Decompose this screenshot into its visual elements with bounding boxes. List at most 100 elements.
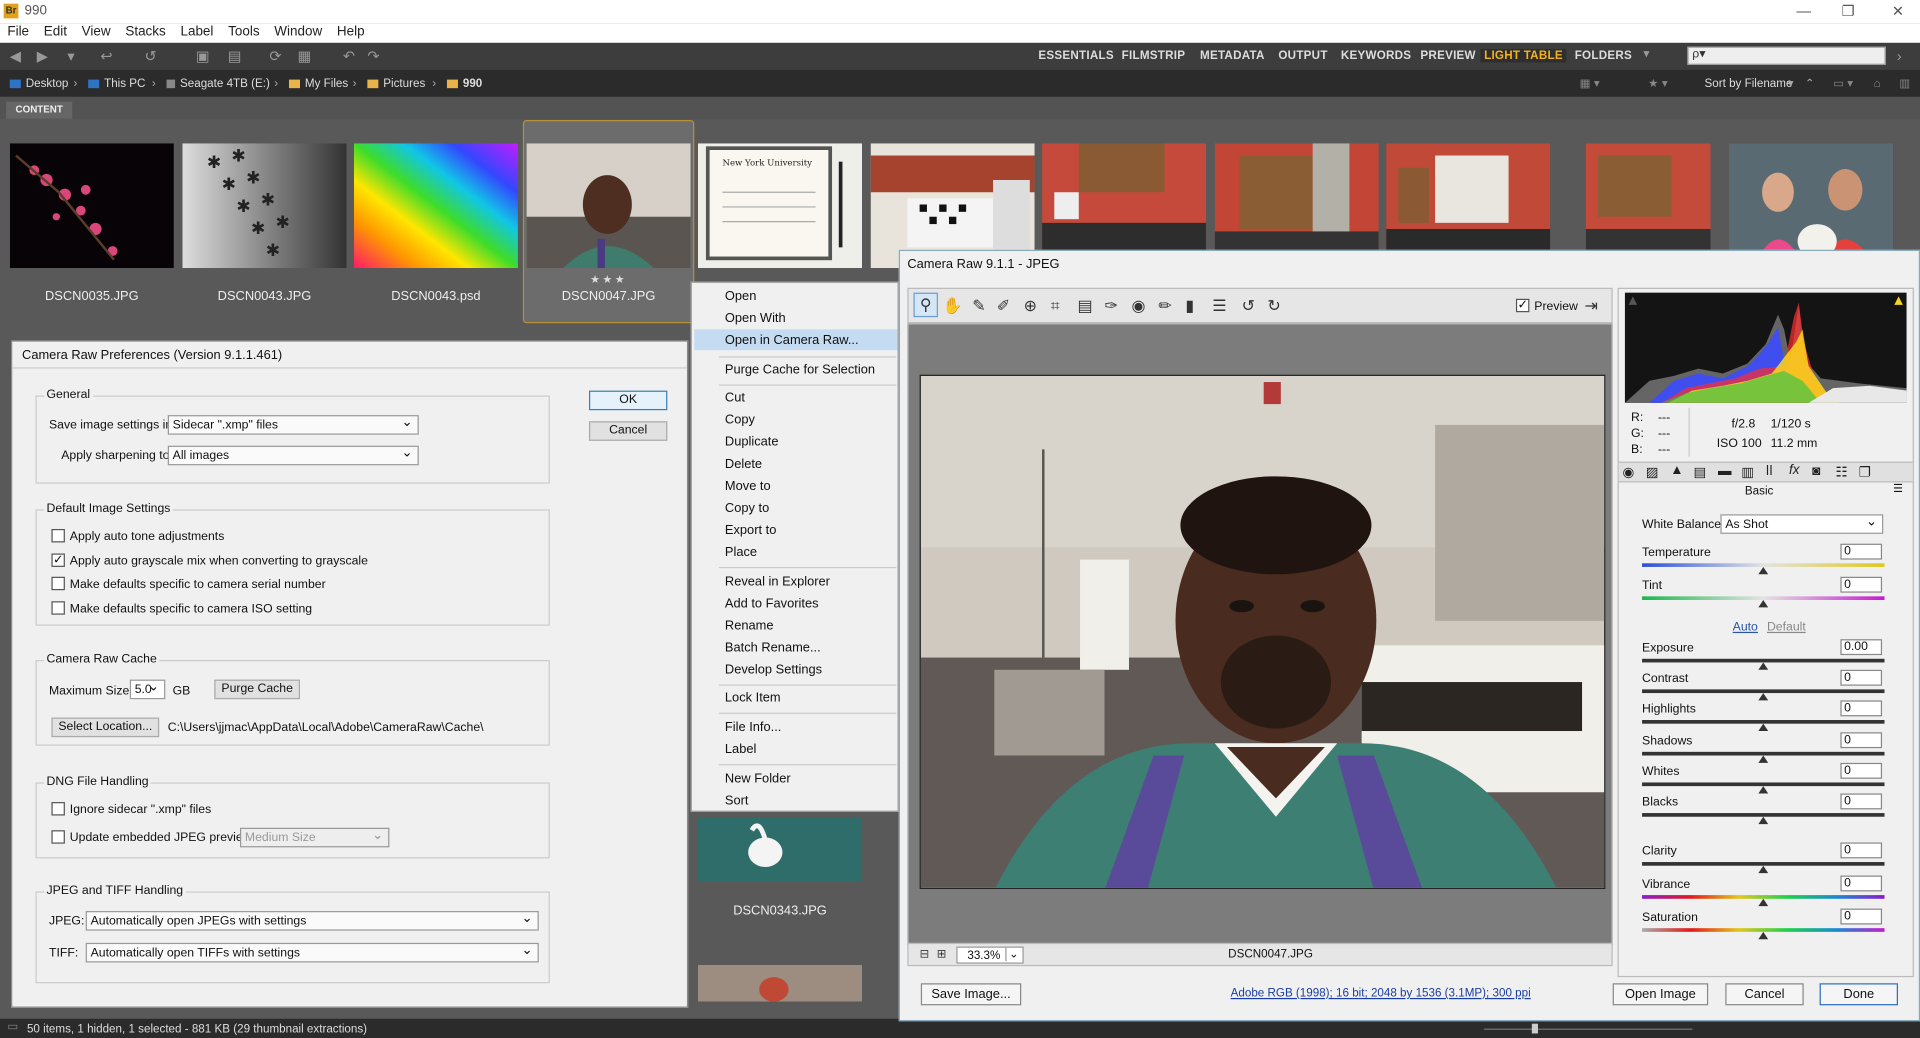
sharpening-select[interactable]: All images	[167, 444, 419, 466]
thumbnail-image[interactable]	[353, 143, 518, 269]
fullscreen-icon[interactable]: ⇥	[1585, 296, 1598, 316]
sort-ascending-icon[interactable]: ⌃	[1805, 77, 1815, 90]
update-jpeg-previews-checkbox[interactable]	[51, 830, 65, 844]
menu-item-rename[interactable]: Rename	[725, 618, 774, 633]
zoom-in-icon[interactable]: ⊞	[937, 948, 947, 961]
slider-value-input[interactable]: 0	[1840, 576, 1883, 593]
forward-icon[interactable]: ▶	[37, 48, 48, 65]
fx-tab-icon[interactable]: fx	[1789, 463, 1799, 478]
slider-value-input[interactable]: 0	[1840, 793, 1883, 810]
slider-value-input[interactable]: 0	[1840, 762, 1883, 779]
slider-value-input[interactable]: 0	[1840, 875, 1883, 892]
camera-icon[interactable]: ▣	[196, 48, 210, 65]
hsl-tab-icon[interactable]: ▤	[1693, 464, 1706, 480]
menu-item-lock-item[interactable]: Lock Item	[725, 691, 781, 706]
sort-dropdown[interactable]: Sort by Filename	[1705, 77, 1793, 90]
crop-tool-icon[interactable]: ⌗	[1051, 296, 1060, 316]
menu-item-open-with[interactable]: Open With	[725, 311, 786, 326]
auto-grayscale-checkbox[interactable]: ✓	[51, 553, 65, 567]
maximize-icon[interactable]: ❐	[1842, 2, 1855, 19]
slider-knob[interactable]	[1758, 816, 1769, 825]
white-balance-select[interactable]: As Shot	[1720, 513, 1884, 534]
preview-image[interactable]	[919, 374, 1606, 889]
workflow-options-link[interactable]: Adobe RGB (1998); 16 bit; 2048 by 1536 (…	[1231, 987, 1531, 1000]
menu-item-add-to-favorites[interactable]: Add to Favorites	[725, 596, 819, 611]
slider-knob[interactable]	[1758, 865, 1769, 874]
white-balance-tool-icon[interactable]: ✎	[972, 296, 985, 316]
zoom-tool-icon[interactable]: ⚲	[913, 292, 938, 318]
slider-value-input[interactable]: 0	[1840, 732, 1883, 749]
straighten-tool-icon[interactable]: ▤	[1078, 296, 1093, 316]
rotate-right-icon[interactable]: ↷	[367, 48, 379, 65]
menu-file[interactable]: File	[7, 23, 29, 41]
zoom-out-icon[interactable]: ⊟	[920, 948, 930, 961]
menu-item-copy[interactable]: Copy	[725, 413, 755, 428]
workspace-metadata[interactable]: METADATA	[1200, 49, 1265, 62]
menu-item-sort[interactable]: Sort	[725, 793, 749, 808]
menu-item-purge-cache[interactable]: Purge Cache for Selection	[725, 362, 875, 377]
menu-item-duplicate[interactable]: Duplicate	[725, 435, 779, 450]
slider-knob[interactable]	[1531, 1023, 1538, 1034]
slider-knob[interactable]	[1758, 786, 1769, 794]
menu-window[interactable]: Window	[274, 23, 322, 41]
jpeg-handling-select[interactable]: Automatically open JPEGs with settings	[85, 910, 539, 931]
slider-knob[interactable]	[1758, 723, 1769, 732]
snapshots-tab-icon[interactable]: ❐	[1859, 464, 1871, 480]
rotate-left-icon[interactable]: ↺	[1242, 296, 1255, 316]
save-image-button[interactable]: Save Image...	[920, 983, 1022, 1006]
menu-item-open-in-camera-raw[interactable]: Open in Camera Raw...	[725, 333, 859, 348]
breadcrumb-990[interactable]: 990	[446, 77, 482, 91]
slider-knob[interactable]	[1758, 662, 1769, 670]
spot-removal-icon[interactable]: ✑	[1104, 296, 1117, 316]
ignore-sidecar-checkbox[interactable]	[51, 802, 65, 816]
thumbnail-image[interactable]: New York University	[697, 143, 863, 269]
thumbnail-image[interactable]	[697, 964, 863, 1002]
menu-item-batch-rename[interactable]: Batch Rename...	[725, 640, 821, 655]
breadcrumb-seagate[interactable]: Seagate 4TB (E:)	[166, 77, 270, 91]
rating-stars[interactable]: ★★★	[523, 273, 694, 286]
menu-stacks[interactable]: Stacks	[125, 23, 165, 41]
menu-item-copy-to[interactable]: Copy to	[725, 501, 769, 516]
effects-tab-icon[interactable]: ǀǀ	[1766, 464, 1773, 479]
new-folder-icon[interactable]: ▭ ▾	[1833, 77, 1853, 90]
adjustment-brush-icon[interactable]: ✏	[1158, 296, 1171, 316]
recent-dropdown-icon[interactable]: ▾	[67, 48, 74, 65]
boomerang-icon[interactable]: ↩	[100, 48, 112, 65]
purge-cache-button[interactable]: Purge Cache	[214, 679, 301, 700]
camera-calibration-tab-icon[interactable]: ◙	[1812, 464, 1820, 479]
slider-value-input[interactable]: 0.00	[1840, 639, 1883, 656]
panel-menu-icon[interactable]: ☰	[1893, 482, 1903, 495]
delete-icon[interactable]: ▥	[1899, 77, 1910, 90]
red-eye-icon[interactable]: ◉	[1131, 296, 1145, 316]
rotate-right-icon[interactable]: ↻	[1267, 296, 1280, 316]
trash-icon[interactable]: ⌂	[1873, 77, 1880, 90]
default-link[interactable]: Default	[1767, 621, 1806, 634]
thumbnail-image[interactable]	[9, 143, 174, 269]
cancel-button[interactable]: Cancel	[588, 421, 668, 441]
menu-item-export-to[interactable]: Export to	[725, 523, 776, 538]
slider-knob[interactable]	[1758, 755, 1769, 763]
rotate-left-icon[interactable]: ↶	[343, 48, 355, 65]
iso-setting-checkbox[interactable]	[51, 601, 65, 615]
slider-knob[interactable]	[1758, 566, 1769, 575]
slider-knob[interactable]	[1758, 693, 1769, 701]
thumbnail-size-slider[interactable]	[1484, 1028, 1693, 1030]
menu-label[interactable]: Label	[180, 23, 213, 41]
menu-item-open[interactable]: Open	[725, 289, 756, 304]
detail-tab-icon[interactable]: ▲	[1670, 463, 1683, 478]
ok-button[interactable]: OK	[588, 390, 668, 411]
workspace-folders[interactable]: FOLDERS	[1575, 49, 1632, 62]
save-settings-select[interactable]: Sidecar ".xmp" files	[167, 414, 419, 435]
menu-item-move-to[interactable]: Move to	[725, 479, 771, 494]
menu-item-develop-settings[interactable]: Develop Settings	[725, 662, 822, 677]
tiff-handling-select[interactable]: Automatically open TIFFs with settings	[85, 942, 539, 963]
menu-tools[interactable]: Tools	[228, 23, 259, 41]
workspace-output[interactable]: OUTPUT	[1278, 49, 1327, 62]
workspace-preview[interactable]: PREVIEW	[1420, 49, 1475, 62]
menu-item-place[interactable]: Place	[725, 545, 757, 560]
presets-tab-icon[interactable]: ☷	[1836, 464, 1848, 480]
menu-view[interactable]: View	[82, 23, 111, 41]
serial-number-checkbox[interactable]	[51, 576, 65, 591]
auto-link[interactable]: Auto	[1733, 621, 1758, 634]
search-input[interactable]: ρ▾	[1687, 46, 1886, 65]
